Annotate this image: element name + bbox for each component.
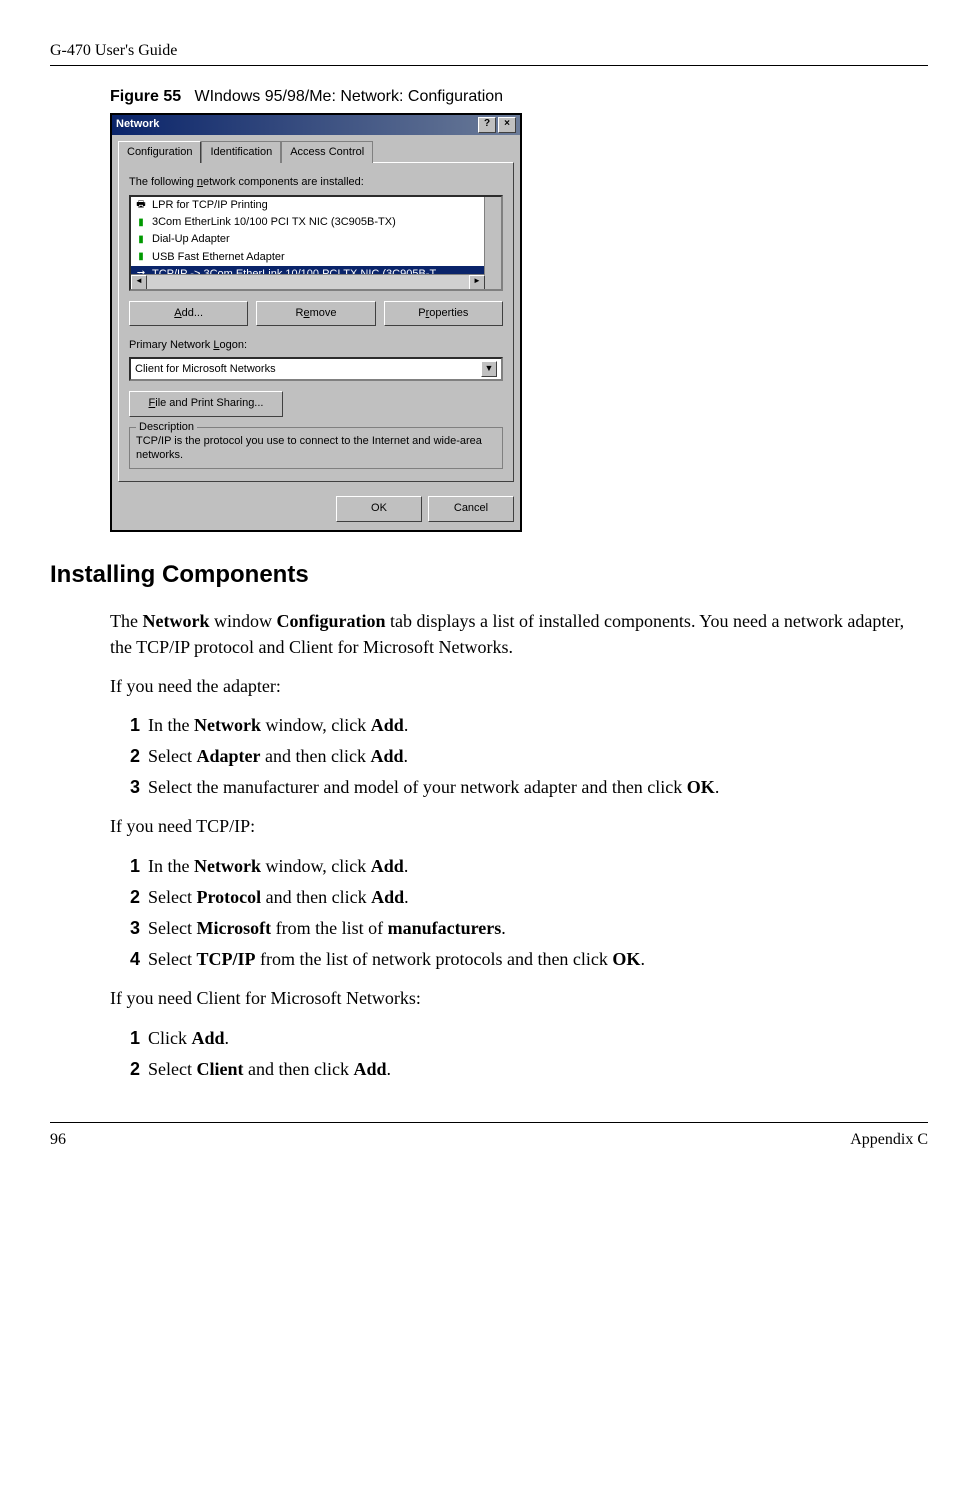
figure-text: WIndows 95/98/Me: Network: Configuration	[194, 88, 503, 105]
titlebar-buttons: ? ×	[478, 117, 516, 133]
list-item[interactable]: ▮ Dial-Up Adapter	[131, 231, 501, 248]
tab-access-control[interactable]: Access Control	[281, 141, 373, 163]
ok-button[interactable]: OK	[336, 496, 422, 521]
page-header: G-470 User's Guide	[50, 40, 928, 66]
list-item-text: Dial-Up Adapter	[152, 232, 230, 247]
button-row: Add... Remove Properties	[129, 301, 503, 326]
tabs: Configuration Identification Access Cont…	[118, 141, 514, 163]
list-item-text: LPR for TCP/IP Printing	[152, 198, 268, 213]
adapter-icon: ▮	[134, 233, 148, 247]
list-item[interactable]: 🖶 LPR for TCP/IP Printing	[131, 197, 501, 214]
tab-identification[interactable]: Identification	[201, 141, 281, 163]
list-item[interactable]: ▮ 3Com EtherLink 10/100 PCI TX NIC (3C90…	[131, 214, 501, 231]
need-client-text: If you need Client for Microsoft Network…	[110, 986, 928, 1011]
add-button[interactable]: Add...	[129, 301, 248, 326]
tab-configuration[interactable]: Configuration	[118, 141, 201, 163]
window-body: Configuration Identification Access Cont…	[112, 135, 520, 489]
page-footer: 96 Appendix C	[50, 1122, 928, 1151]
client-steps: 1Click Add. 2Select Client and then clic…	[130, 1026, 928, 1082]
step-item: 3Select the manufacturer and model of yo…	[130, 775, 928, 800]
chevron-down-icon: ▼	[481, 361, 497, 377]
step-item: 1In the Network window, click Add.	[130, 713, 928, 738]
appendix-label: Appendix C	[850, 1129, 928, 1151]
scrollbar-horizontal[interactable]: ◄ ►	[131, 274, 485, 289]
scrollbar-vertical[interactable]	[484, 197, 501, 289]
list-item[interactable]: ▮ USB Fast Ethernet Adapter	[131, 249, 501, 266]
logon-dropdown[interactable]: Client for Microsoft Networks ▼	[129, 357, 503, 381]
adapter-icon: ▮	[134, 216, 148, 230]
scroll-left-icon[interactable]: ◄	[131, 275, 147, 291]
figure-label: Figure 55	[110, 88, 181, 105]
cancel-button[interactable]: Cancel	[428, 496, 514, 521]
page-number: 96	[50, 1129, 66, 1151]
components-label: The following network components are ins…	[129, 175, 503, 190]
need-tcpip-text: If you need TCP/IP:	[110, 814, 928, 839]
printer-icon: 🖶	[134, 198, 148, 212]
description-fieldset: Description TCP/IP is the protocol you u…	[129, 427, 503, 470]
description-text: TCP/IP is the protocol you use to connec…	[136, 434, 496, 463]
need-adapter-text: If you need the adapter:	[110, 674, 928, 699]
intro-paragraph: The Network window Configuration tab dis…	[110, 609, 928, 659]
figure-caption: Figure 55 WIndows 95/98/Me: Network: Con…	[110, 86, 928, 108]
description-legend: Description	[136, 420, 197, 435]
step-item: 2Select Protocol and then click Add.	[130, 885, 928, 910]
components-listbox[interactable]: 🖶 LPR for TCP/IP Printing ▮ 3Com EtherLi…	[129, 195, 503, 291]
logon-label: Primary Network Logon:	[129, 338, 503, 353]
tcpip-steps: 1In the Network window, click Add. 2Sele…	[130, 854, 928, 973]
step-item: 2Select Client and then click Add.	[130, 1057, 928, 1082]
remove-button[interactable]: Remove	[256, 301, 375, 326]
window-title: Network	[116, 117, 159, 132]
adapter-icon: ▮	[134, 250, 148, 264]
list-item-text: USB Fast Ethernet Adapter	[152, 250, 285, 265]
list-item-text: 3Com EtherLink 10/100 PCI TX NIC (3C905B…	[152, 215, 396, 230]
tab-panel: The following network components are ins…	[118, 162, 514, 482]
window-footer: OK Cancel	[112, 488, 520, 529]
network-window: Network ? × Configuration Identification…	[110, 113, 522, 532]
step-item: 3Select Microsoft from the list of manuf…	[130, 916, 928, 941]
titlebar: Network ? ×	[112, 115, 520, 135]
step-item: 1In the Network window, click Add.	[130, 854, 928, 879]
dropdown-value: Client for Microsoft Networks	[135, 362, 276, 377]
step-item: 2Select Adapter and then click Add.	[130, 744, 928, 769]
adapter-steps: 1In the Network window, click Add. 2Sele…	[130, 713, 928, 801]
close-button[interactable]: ×	[498, 117, 516, 133]
file-sharing-button[interactable]: File and Print Sharing...	[129, 391, 283, 416]
step-item: 4Select TCP/IP from the list of network …	[130, 947, 928, 972]
help-button[interactable]: ?	[478, 117, 496, 133]
step-item: 1Click Add.	[130, 1026, 928, 1051]
header-title: G-470 User's Guide	[50, 42, 177, 59]
section-heading: Installing Components	[50, 558, 928, 592]
scroll-right-icon[interactable]: ►	[469, 275, 485, 291]
properties-button[interactable]: Properties	[384, 301, 503, 326]
